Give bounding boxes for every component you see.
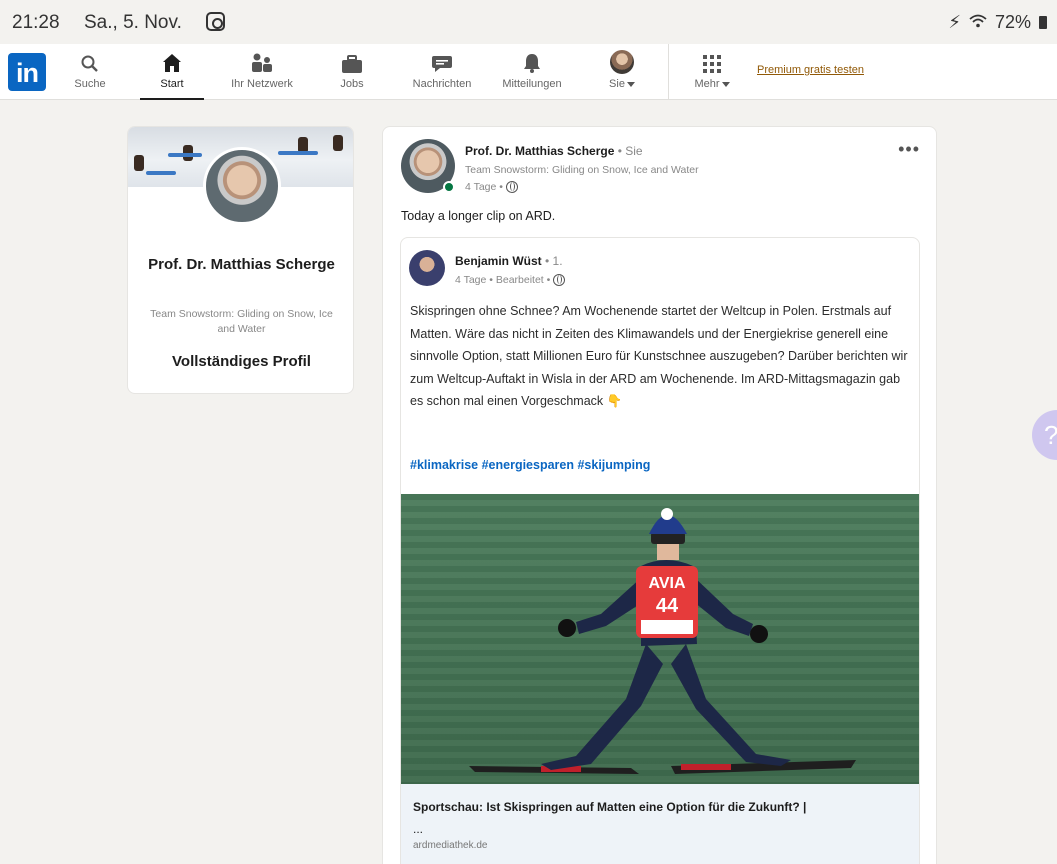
bell-icon bbox=[524, 54, 540, 73]
nav-jobs[interactable]: Jobs bbox=[334, 48, 370, 96]
search-icon bbox=[81, 55, 98, 72]
link-title-continuation: ... bbox=[413, 822, 424, 836]
banner-figure bbox=[333, 135, 343, 151]
link-title[interactable]: Sportschau: Ist Skispringen auf Matten e… bbox=[413, 800, 806, 814]
shared-author-degree: • 1. bbox=[541, 254, 563, 268]
pointing-hand-emoji-icon: 👇 bbox=[606, 394, 623, 408]
shared-author-avatar[interactable] bbox=[409, 250, 445, 286]
battery-percent: 72% bbox=[994, 12, 1031, 32]
banner-board bbox=[168, 153, 202, 157]
link-domain: ardmediathek.de bbox=[413, 840, 488, 851]
bib-sponsor: AVIA bbox=[648, 575, 685, 592]
wifi-icon bbox=[969, 12, 987, 33]
profile-name[interactable]: Prof. Dr. Matthias Scherge bbox=[138, 251, 345, 278]
nav-me-label: Sie bbox=[609, 78, 625, 90]
globe-icon bbox=[505, 181, 518, 193]
help-bubble-icon[interactable]: ? bbox=[1032, 410, 1057, 460]
shared-post-text: Skispringen ohne Schnee? Am Wochenende s… bbox=[410, 304, 908, 408]
post-meta: 4 Tage • bbox=[465, 181, 518, 193]
grid-icon bbox=[703, 55, 721, 73]
nav-divider bbox=[668, 44, 669, 100]
chevron-down-icon bbox=[626, 81, 635, 87]
shared-post-meta: 4 Tage • Bearbeitet • bbox=[455, 274, 566, 286]
instagram-notification-icon bbox=[206, 12, 225, 31]
status-date: Sa., 5. Nov. bbox=[84, 12, 182, 33]
nav-search-label: Suche bbox=[74, 78, 106, 90]
messaging-icon bbox=[432, 56, 452, 72]
status-time: 21:28 bbox=[12, 12, 60, 33]
status-bar: 21:28 Sa., 5. Nov. ⚡ 72% bbox=[0, 0, 1057, 44]
shared-author-name[interactable]: Benjamin Wüst bbox=[455, 254, 542, 268]
post-author-headline: Team Snowstorm: Gliding on Snow, Ice and… bbox=[465, 164, 699, 176]
full-profile-link[interactable]: Vollständiges Profil bbox=[138, 353, 345, 370]
post-author-line[interactable]: Prof. Dr. Matthias Scherge • Sie bbox=[465, 144, 643, 158]
nav-home-label: Start bbox=[160, 78, 184, 90]
globe-icon bbox=[553, 274, 566, 286]
bluetooth-icon: ⚡ bbox=[948, 12, 961, 32]
profile-photo[interactable] bbox=[203, 147, 281, 225]
battery-icon bbox=[1039, 16, 1047, 29]
profile-card: Prof. Dr. Matthias Scherge Team Snowstor… bbox=[127, 126, 354, 394]
avatar bbox=[610, 50, 634, 74]
nav-jobs-label: Jobs bbox=[340, 78, 364, 90]
nav-me[interactable]: Sie bbox=[600, 48, 644, 96]
status-right: ⚡ 72% bbox=[948, 12, 1047, 33]
online-status-icon bbox=[443, 181, 455, 193]
hashtags[interactable]: #klimakrise #energiesparen #skijumping bbox=[410, 458, 650, 472]
chevron-down-icon bbox=[721, 81, 730, 87]
briefcase-icon bbox=[342, 55, 362, 73]
post-time: 4 Tage • bbox=[465, 181, 503, 193]
post-text: Today a longer clip on ARD. bbox=[401, 209, 556, 223]
nav-network[interactable]: Ihr Netzwerk bbox=[222, 48, 302, 96]
nav-search[interactable]: Suche bbox=[70, 48, 110, 96]
nav-network-label: Ihr Netzwerk bbox=[231, 78, 293, 90]
link-preview[interactable]: Sportschau: Ist Skispringen auf Matten e… bbox=[401, 784, 919, 864]
nav-messaging-label: Nachrichten bbox=[412, 78, 472, 90]
banner-board bbox=[278, 151, 318, 155]
nav-notifications-label: Mitteilungen bbox=[502, 78, 562, 90]
nav-more-label: Mehr bbox=[694, 78, 720, 90]
post-author-name[interactable]: Prof. Dr. Matthias Scherge bbox=[465, 144, 614, 158]
shared-post-body: Skispringen ohne Schnee? Am Wochenende s… bbox=[410, 300, 910, 413]
nav-notifications[interactable]: Mitteilungen bbox=[492, 48, 572, 96]
top-navigation: in Suche Start Ihr Netzwerk Jobs Nachric… bbox=[0, 44, 1057, 100]
banner-figure bbox=[134, 155, 144, 171]
bib-number: 44 bbox=[656, 595, 679, 617]
post-image[interactable]: AVIA 44 bbox=[401, 494, 919, 784]
banner-board bbox=[146, 171, 176, 175]
shared-post-time: 4 Tage • Bearbeitet • bbox=[455, 274, 551, 286]
nav-more[interactable]: Mehr bbox=[686, 48, 738, 96]
post-author-suffix: • Sie bbox=[614, 144, 643, 158]
premium-trial-link[interactable]: Premium gratis testen bbox=[757, 64, 864, 76]
home-icon bbox=[163, 54, 181, 72]
profile-headline: Team Snowstorm: Gliding on Snow, Ice and… bbox=[150, 308, 333, 335]
shared-post[interactable]: Benjamin Wüst • 1. 4 Tage • Bearbeitet •… bbox=[400, 237, 920, 864]
linkedin-logo[interactable]: in bbox=[8, 53, 46, 91]
nav-home[interactable]: Start bbox=[140, 48, 204, 100]
shared-author-line[interactable]: Benjamin Wüst • 1. bbox=[455, 254, 563, 268]
nav-messaging[interactable]: Nachrichten bbox=[402, 48, 482, 96]
post-more-menu-button[interactable]: ••• bbox=[898, 139, 920, 160]
feed-post: Prof. Dr. Matthias Scherge • Sie Team Sn… bbox=[382, 126, 937, 864]
network-icon bbox=[252, 53, 272, 72]
ski-jumper-illustration: AVIA 44 bbox=[469, 508, 856, 774]
